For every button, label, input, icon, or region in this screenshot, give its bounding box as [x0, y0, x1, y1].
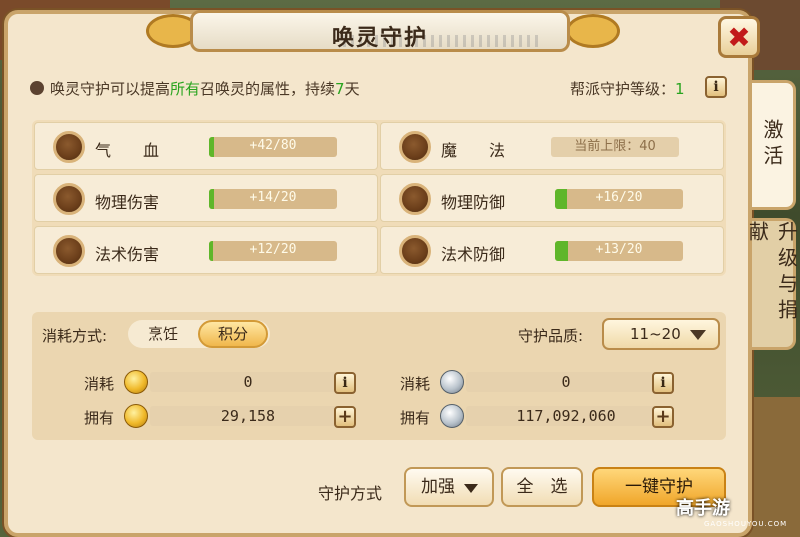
chevron-down-icon: [464, 484, 478, 493]
quality-label: 守护品质:: [518, 327, 584, 345]
silver-coin-icon: [440, 370, 464, 394]
tab-upgrade-donate[interactable]: 升级与捐献: [746, 218, 799, 350]
info-icon: i: [342, 375, 348, 391]
stat-orb-icon: [53, 131, 85, 163]
stat-mp: 魔 法 当前上限：40: [380, 122, 724, 170]
gold-cost-info-button[interactable]: i: [334, 372, 356, 394]
stat-physical-defense: 物理防御 +16/20: [380, 174, 724, 222]
gold-coin-icon: [124, 404, 148, 428]
stat-orb-icon: [53, 235, 85, 267]
info-icon: i: [713, 79, 719, 95]
stat-magic-attack: 法术伤害 +12/20: [34, 226, 378, 274]
silver-own-label: 拥有: [400, 409, 431, 427]
stat-orb-icon: [399, 235, 431, 267]
watermark-subtext: GAOSHOUYOU.COM: [704, 520, 788, 528]
silver-cost-info-button[interactable]: i: [652, 372, 674, 394]
stat-progress-bar: +12/20: [209, 241, 337, 261]
consume-label: 消耗方式:: [42, 327, 108, 345]
gold-add-button[interactable]: +: [334, 406, 356, 428]
enhance-mode-dropdown[interactable]: 加强: [404, 467, 494, 507]
silver-add-button[interactable]: +: [652, 406, 674, 428]
guard-level-info-button[interactable]: i: [705, 76, 727, 98]
title-ornament-right: [566, 14, 620, 48]
quality-dropdown[interactable]: 11~20: [602, 318, 720, 350]
stat-orb-icon: [399, 183, 431, 215]
plus-icon: +: [655, 406, 671, 427]
swirl-icon: [30, 81, 44, 95]
stat-cap-label: 当前上限：40: [551, 137, 679, 157]
stat-hp: 气 血 +42/80: [34, 122, 378, 170]
stat-progress-bar: +13/20: [555, 241, 683, 261]
close-button[interactable]: ✖: [718, 16, 760, 58]
stat-orb-icon: [399, 131, 431, 163]
stat-progress-bar: +16/20: [555, 189, 683, 209]
guard-level: 帮派守护等级：1: [570, 80, 685, 98]
watermark-logo: 高手游: [676, 498, 730, 519]
stat-magic-defense: 法术防御 +13/20: [380, 226, 724, 274]
info-icon: i: [660, 375, 666, 391]
tab-activate[interactable]: 激活: [752, 80, 796, 210]
gold-cost-label: 消耗: [84, 375, 115, 393]
close-icon: ✖: [727, 20, 751, 54]
stat-progress-bar: +42/80: [209, 137, 337, 157]
consume-option-points[interactable]: 积分: [198, 320, 268, 348]
stat-physical-attack: 物理伤害 +14/20: [34, 174, 378, 222]
stat-orb-icon: [53, 183, 85, 215]
page-title: 唤灵守护: [331, 26, 428, 51]
guard-method-label: 守护方式: [318, 484, 383, 503]
silver-cost-label: 消耗: [400, 375, 431, 393]
silver-coin-icon: [440, 404, 464, 428]
stat-progress-bar: +14/20: [209, 189, 337, 209]
gold-own-label: 拥有: [84, 409, 115, 427]
consume-option-cooking[interactable]: 烹饪: [128, 320, 198, 348]
plus-icon: +: [337, 406, 353, 427]
select-all-button[interactable]: 全 选: [501, 467, 583, 507]
description: 唤灵守护可以提高所有召唤灵的属性，持续7天: [30, 78, 360, 99]
chevron-down-icon: [690, 330, 706, 340]
title-bar: 唤灵守护: [190, 10, 570, 52]
gold-coin-icon: [124, 370, 148, 394]
consume-toggle: 烹饪 积分: [128, 320, 270, 348]
